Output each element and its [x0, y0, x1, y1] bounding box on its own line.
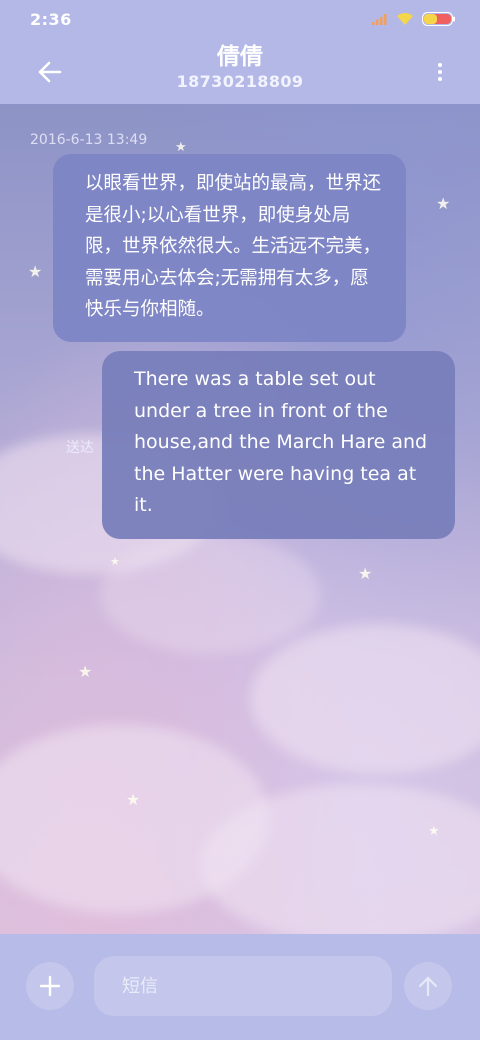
incoming-message-bubble[interactable]: 以眼看世界，即使站的最高，世界还是很小;以心看世界，即使身处局限，世界依然很大。… — [53, 154, 406, 342]
contact-name: 倩倩 — [217, 44, 263, 70]
star-icon: ★ — [428, 824, 440, 839]
delivery-status: 送达 — [66, 440, 94, 456]
outgoing-message-bubble[interactable]: There was a table set out under a tree i… — [102, 351, 455, 539]
send-button[interactable] — [404, 962, 452, 1010]
more-vertical-icon — [438, 63, 442, 67]
background-cloud — [250, 624, 480, 774]
battery-icon — [422, 12, 455, 26]
star-icon: ★ — [110, 555, 120, 568]
background-cloud — [100, 534, 320, 654]
wifi-icon — [397, 12, 413, 25]
star-icon: ★ — [28, 262, 43, 281]
message-timestamp: 2016-6-13 13:49 — [30, 132, 148, 148]
message-text: There was a table set out under a tree i… — [134, 368, 428, 516]
contact-title: 倩倩 18730218809 — [0, 42, 480, 92]
star-icon: ★ — [436, 194, 451, 213]
conversation-header: 倩倩 18730218809 — [0, 40, 480, 104]
star-icon: ★ — [78, 662, 93, 681]
star-icon: ★ — [126, 790, 141, 809]
plus-icon — [39, 975, 61, 997]
status-bar: 2:36 — [0, 0, 480, 40]
status-time: 2:36 — [30, 10, 72, 29]
add-attachment-button[interactable] — [26, 962, 74, 1010]
composer-bar — [0, 934, 480, 1040]
star-icon: ★ — [358, 564, 373, 583]
message-input[interactable] — [94, 956, 392, 1016]
message-list[interactable]: ★ ★ ★ ★ ★ ★ ★ ★ 2016-6-13 13:49 以眼看世界，即使… — [0, 104, 480, 934]
more-options-button[interactable] — [430, 54, 450, 90]
contact-number: 18730218809 — [176, 72, 304, 91]
cellular-signal-icon — [372, 14, 387, 25]
message-text: 以眼看世界，即使站的最高，世界还是很小;以心看世界，即使身处局限，世界依然很大。… — [85, 173, 382, 320]
status-icons — [372, 12, 456, 26]
send-arrow-up-icon — [418, 976, 438, 997]
